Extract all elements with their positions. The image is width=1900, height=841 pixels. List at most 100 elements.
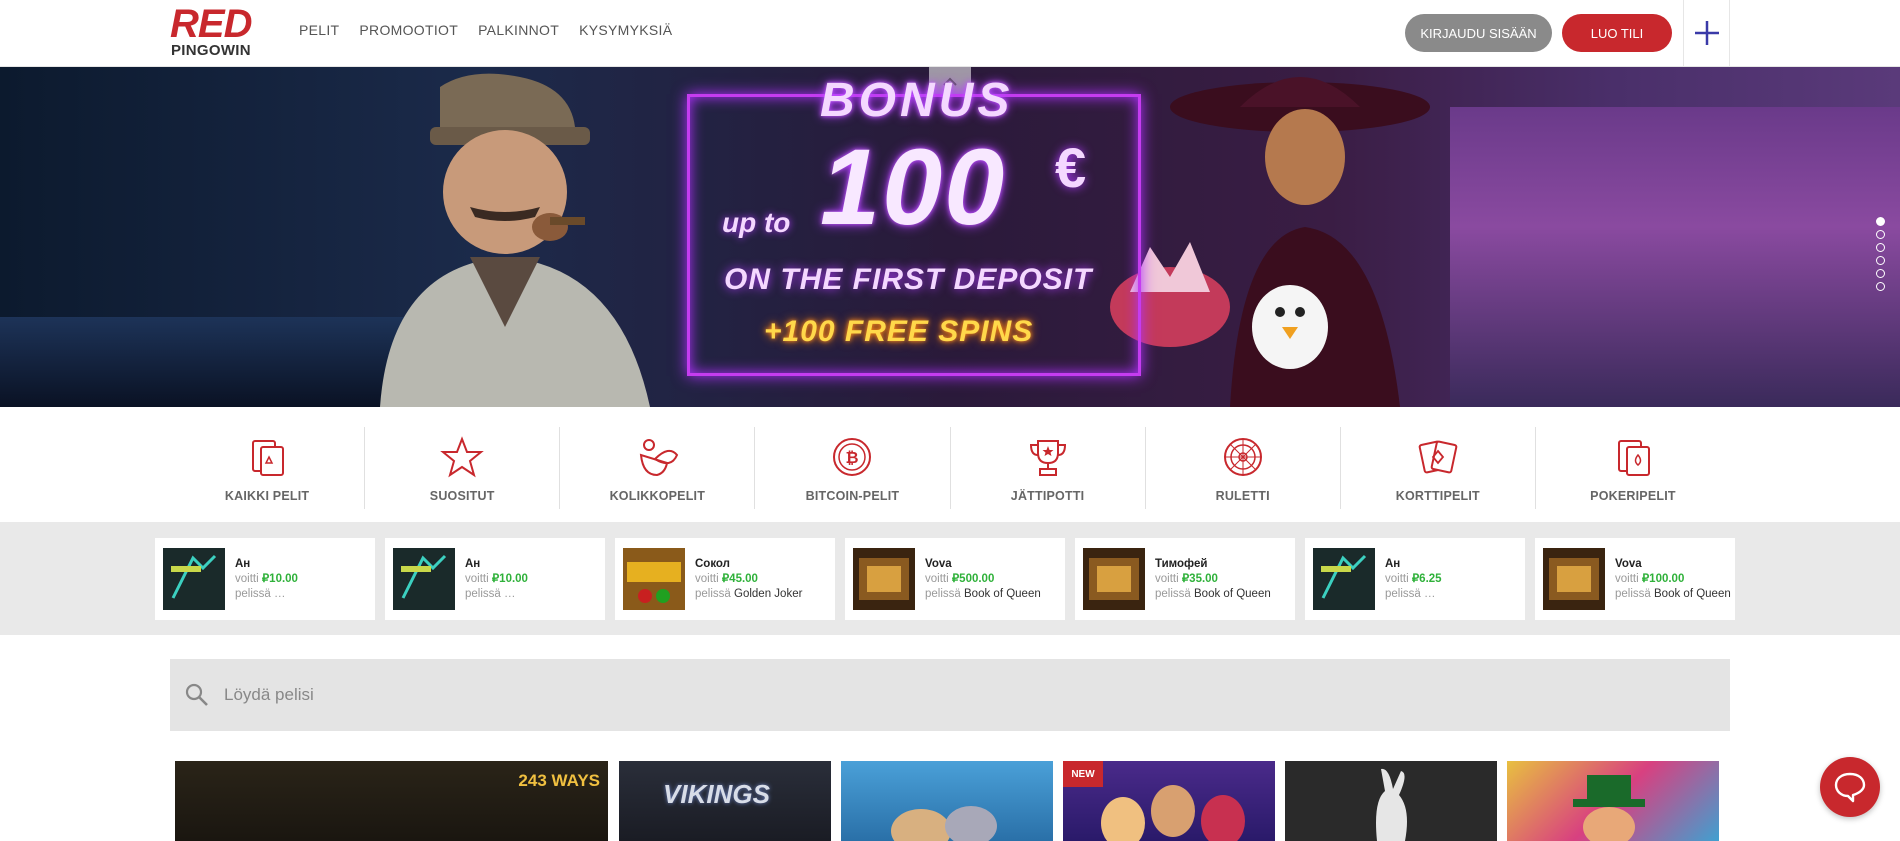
- nav-item-palkinnot[interactable]: PALKINNOT: [478, 22, 559, 38]
- hero-banner[interactable]: BONUS 100 € up to ON THE FIRST DEPOSIT +…: [0, 67, 1900, 407]
- category-kaikki-pelit[interactable]: KAIKKI PELIT: [170, 427, 366, 509]
- logo-pingowin-text: PINGOWIN: [171, 42, 251, 59]
- winner-won-text: voitti: [1385, 572, 1409, 585]
- game-tile[interactable]: [1507, 761, 1719, 841]
- winner-won-text: voitti: [465, 572, 489, 585]
- winner-won-text: voitti: [695, 572, 719, 585]
- game-thumbnail: [163, 548, 225, 610]
- winner-game: …: [504, 587, 516, 600]
- svg-text:₿: ₿: [846, 449, 859, 467]
- cards-icon: [252, 440, 285, 476]
- poker-icon: [1617, 440, 1650, 476]
- game-thumbnail: [1543, 548, 1605, 610]
- winner-in-text: pelissä: [1155, 587, 1191, 600]
- category-label: RULETTI: [1215, 489, 1270, 503]
- winner-card[interactable]: Vova voitti ₽100.00 pelissä Book of Quee…: [1535, 538, 1735, 620]
- category-label: JÄTTIPOTTI: [1010, 489, 1085, 503]
- category-label: POKERIPELIT: [1590, 489, 1676, 503]
- leprechaun-illustration: [1573, 775, 1645, 841]
- category-suositut[interactable]: SUOSITUT: [365, 427, 561, 509]
- hero-upto-text: up to: [722, 207, 791, 238]
- winner-amount: ₽6.25: [1411, 572, 1442, 585]
- winner-game: Book of Queen: [964, 587, 1041, 600]
- winner-amount: ₽500.00: [951, 572, 995, 585]
- site-header: RED PINGOWIN PELIT PROMOOTIOT PALKINNOT …: [0, 0, 1900, 67]
- category-bitcoin-pelit[interactable]: ₿ BITCOIN-PELIT: [755, 427, 951, 509]
- winner-amount: ₽35.00: [1181, 572, 1218, 585]
- winner-won-text: voitti: [235, 572, 259, 585]
- winner-card[interactable]: Vova voitti ₽500.00 pelissä Book of Quee…: [845, 538, 1065, 620]
- winner-amount: ₽10.00: [261, 572, 298, 585]
- winner-game: …: [1424, 587, 1436, 600]
- winner-card[interactable]: Ан voitti ₽10.00 pelissä …: [155, 538, 375, 620]
- nav-item-promootiot[interactable]: PROMOOTIOT: [359, 22, 458, 38]
- game-tile-label: VIKINGS: [663, 779, 770, 809]
- menu-expand-button[interactable]: [1683, 0, 1730, 66]
- roulette-icon: [1223, 438, 1262, 476]
- category-label: BITCOIN-PELIT: [805, 489, 900, 503]
- winner-name: Vova: [925, 557, 952, 570]
- game-thumbnail: [853, 548, 915, 610]
- winner-card[interactable]: Ан voitti ₽6.25 pelissä …: [1305, 538, 1525, 620]
- category-ruletti[interactable]: RULETTI: [1146, 427, 1341, 509]
- slider-dots: [1876, 217, 1885, 291]
- trophy-icon: [1029, 440, 1066, 476]
- winner-in-text: pelissä: [695, 587, 731, 600]
- winner-in-text: pelissä: [1385, 587, 1421, 600]
- game-tile[interactable]: NEW: [1063, 761, 1275, 841]
- category-pokeripelit[interactable]: POKERIPELIT: [1536, 427, 1730, 509]
- hero-amount-text: 100: [820, 126, 1007, 247]
- game-thumbnail: [1083, 548, 1145, 610]
- winner-won-text: voitti: [1615, 572, 1639, 585]
- winner-name: Сокол: [695, 557, 730, 570]
- winner-game: Book of Queen: [1194, 587, 1271, 600]
- category-jattipotti[interactable]: JÄTTIPOTTI: [951, 427, 1146, 509]
- hero-spins-text: +100 FREE SPINS: [764, 315, 1034, 348]
- slider-dot[interactable]: [1876, 230, 1885, 239]
- category-korttipelit[interactable]: KORTTIPELIT: [1341, 427, 1536, 509]
- hero-deposit-text: ON THE FIRST DEPOSIT: [724, 263, 1093, 296]
- game-tile[interactable]: VIKINGS: [619, 761, 831, 841]
- category-label: KAIKKI PELIT: [224, 489, 310, 503]
- winner-amount: ₽100.00: [1641, 572, 1685, 585]
- winner-in-text: pelissä: [235, 587, 271, 600]
- slider-dot[interactable]: [1876, 256, 1885, 265]
- winner-in-text: pelissä: [1615, 587, 1651, 600]
- winner-name: Ан: [235, 557, 251, 570]
- login-button[interactable]: KIRJAUDU SISÄÄN: [1405, 14, 1552, 52]
- slider-dot[interactable]: [1876, 243, 1885, 252]
- slider-dot[interactable]: [1876, 217, 1885, 226]
- nav-item-pelit[interactable]: PELIT: [299, 22, 339, 38]
- slider-dot[interactable]: [1876, 282, 1885, 291]
- search-input[interactable]: [224, 685, 1624, 705]
- hero-currency-text: €: [1055, 136, 1087, 199]
- fruit-icon: [640, 439, 679, 477]
- chat-button[interactable]: [1820, 757, 1880, 817]
- chat-bubble-icon: [1834, 772, 1866, 803]
- logo-red-text: RED: [170, 2, 252, 46]
- plus-icon: [1694, 21, 1719, 45]
- winner-amount: ₽45.00: [721, 572, 758, 585]
- winner-card[interactable]: Тимофей voitti ₽35.00 pelissä Book of Qu…: [1075, 538, 1295, 620]
- bitcoin-icon: ₿: [833, 438, 872, 476]
- winner-card[interactable]: Ан voitti ₽10.00 pelissä …: [385, 538, 605, 620]
- create-account-button[interactable]: LUO TILI: [1562, 14, 1672, 52]
- game-tile[interactable]: 243 WAYS: [175, 761, 608, 841]
- playing-cards-icon: [1418, 440, 1458, 474]
- nav-item-kysymyksia[interactable]: KYSYMYKSIÄ: [579, 22, 672, 38]
- site-logo[interactable]: RED PINGOWIN: [170, 2, 270, 59]
- slider-dot[interactable]: [1876, 269, 1885, 278]
- category-label: SUOSITUT: [429, 489, 495, 503]
- winner-won-text: voitti: [925, 572, 949, 585]
- game-tile[interactable]: [841, 761, 1053, 841]
- hero-bonus-text: BONUS: [820, 74, 1014, 127]
- winner-name: Тимофей: [1155, 557, 1208, 570]
- game-tile[interactable]: [1285, 761, 1497, 841]
- winner-card[interactable]: Сокол voitti ₽45.00 pelissä Golden Joker: [615, 538, 835, 620]
- category-kolikkopelit[interactable]: KOLIKKOPELIT: [560, 427, 756, 509]
- winner-game: …: [274, 587, 286, 600]
- game-thumbnail: [623, 548, 685, 610]
- winner-amount: ₽10.00: [491, 572, 528, 585]
- winner-game: Book of Queen: [1654, 587, 1731, 600]
- winner-name: Vova: [1615, 557, 1642, 570]
